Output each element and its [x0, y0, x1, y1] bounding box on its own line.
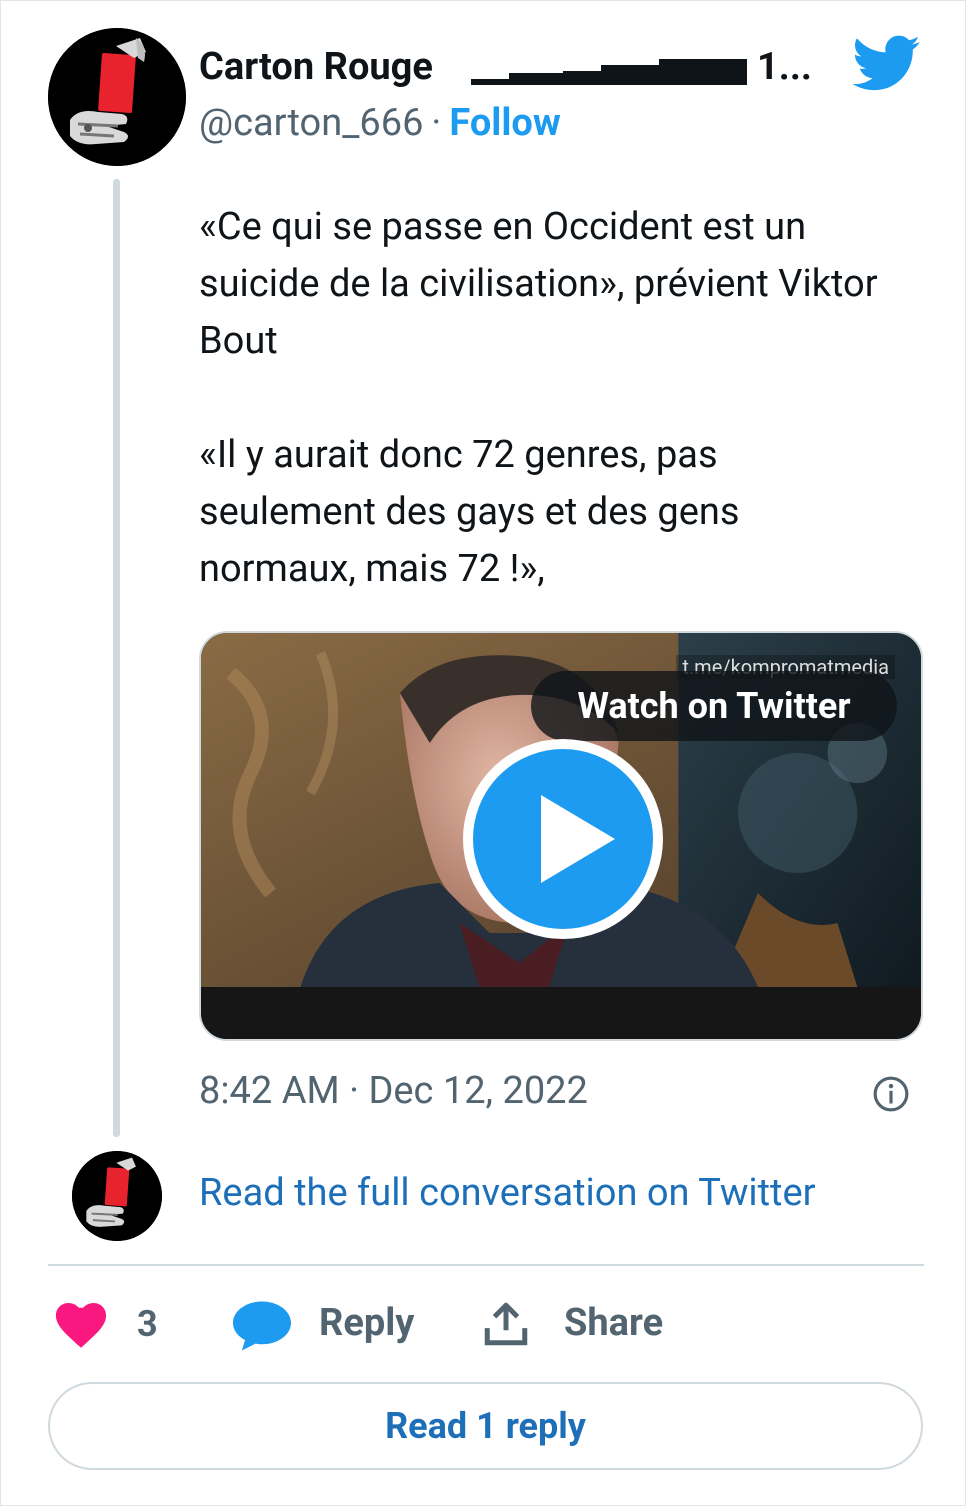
thread-connector-line — [113, 179, 120, 1137]
tweet-text: «Ce qui se passe en Occident est un suic… — [199, 205, 878, 591]
author-name-truncation: 1... — [757, 45, 812, 89]
actions-divider — [48, 1264, 924, 1266]
play-icon — [541, 795, 615, 883]
separator-dot: · — [431, 101, 442, 145]
play-button[interactable] — [463, 739, 663, 939]
video-media[interactable]: t.me/kompromatmedia Watch on Twitter — [199, 631, 923, 1041]
red-card-hand-image — [48, 28, 186, 166]
follow-link[interactable]: Follow — [449, 101, 560, 145]
watch-on-twitter-button[interactable]: Watch on Twitter — [531, 671, 897, 741]
author-avatar[interactable] — [48, 28, 186, 166]
tweet-embed-card: Carton Rouge 1... @carton_666 · Follow «Ce… — [0, 0, 966, 1506]
name-emoji-redaction — [471, 59, 747, 85]
speech-bubble-icon[interactable] — [233, 1301, 291, 1351]
red-card-hand-image — [72, 1151, 162, 1241]
like-count[interactable]: 3 — [137, 1303, 158, 1345]
read-full-conversation-link[interactable]: Read the full conversation on Twitter — [199, 1171, 816, 1215]
read-replies-button[interactable]: Read 1 reply — [48, 1382, 923, 1470]
tweet-timestamp[interactable]: 8:42 AM · Dec 12, 2022 — [199, 1069, 588, 1113]
reply-button[interactable]: Reply — [319, 1301, 414, 1345]
share-upload-icon[interactable] — [481, 1299, 531, 1349]
heart-icon[interactable] — [55, 1303, 107, 1349]
twitter-bird-icon[interactable] — [853, 35, 921, 93]
author-handle-row: @carton_666 · Follow — [199, 101, 561, 145]
author-handle[interactable]: @carton_666 — [199, 101, 423, 145]
video-letterbox — [201, 987, 921, 1039]
tweet-actions-bar: 3 Reply Share — [1, 1291, 966, 1361]
share-button[interactable]: Share — [564, 1301, 663, 1345]
author-avatar-small[interactable] — [72, 1151, 162, 1241]
author-display-name[interactable]: Carton Rouge — [199, 45, 433, 89]
info-icon[interactable] — [872, 1075, 910, 1113]
